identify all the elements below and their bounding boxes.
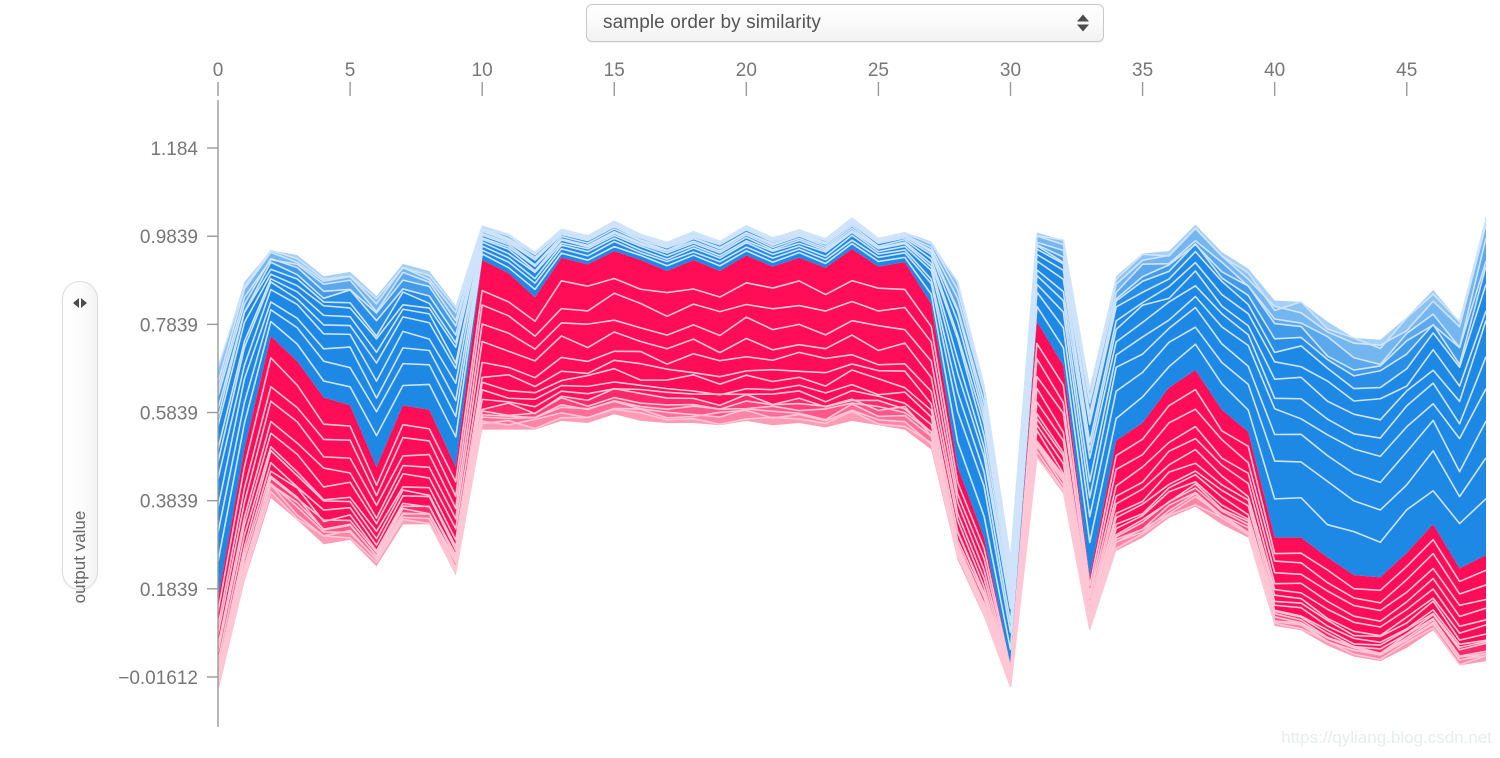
force-plot-bands — [218, 216, 1486, 692]
x-axis-tick-label: 40 — [1264, 60, 1285, 81]
x-axis-tick-label: 10 — [472, 60, 493, 81]
y-axis-tick-label: 1.184 — [150, 139, 198, 160]
y-axis-tick-label: 0.5839 — [140, 404, 198, 425]
x-axis-tick-label: 0 — [213, 60, 224, 81]
watermark: https://qyliang.blog.csdn.net — [1281, 728, 1492, 748]
x-axis-tick-label: 25 — [868, 60, 889, 81]
x-axis-tick-label: 35 — [1132, 60, 1153, 81]
y-axis-tick-label: 0.3839 — [140, 492, 198, 513]
x-axis-tick-label: 45 — [1396, 60, 1417, 81]
shap-force-plot[interactable]: 0 5 10 15 20 25 30 35 40 45 1.184 0.9839 0.7839 0.583… — [0, 0, 1500, 758]
x-axis-tick-label: 5 — [345, 60, 356, 81]
x-axis-tick-label: 20 — [736, 60, 757, 81]
y-axis-tick-label: 0.9839 — [140, 227, 198, 248]
x-axis-tick-label: 30 — [1000, 60, 1021, 81]
y-axis-tick-label: −0.01612 — [118, 668, 198, 689]
x-axis-tick-label: 15 — [604, 60, 625, 81]
y-axis-tick-label: 0.1839 — [140, 580, 198, 601]
y-axis-tick-label: 0.7839 — [140, 315, 198, 336]
